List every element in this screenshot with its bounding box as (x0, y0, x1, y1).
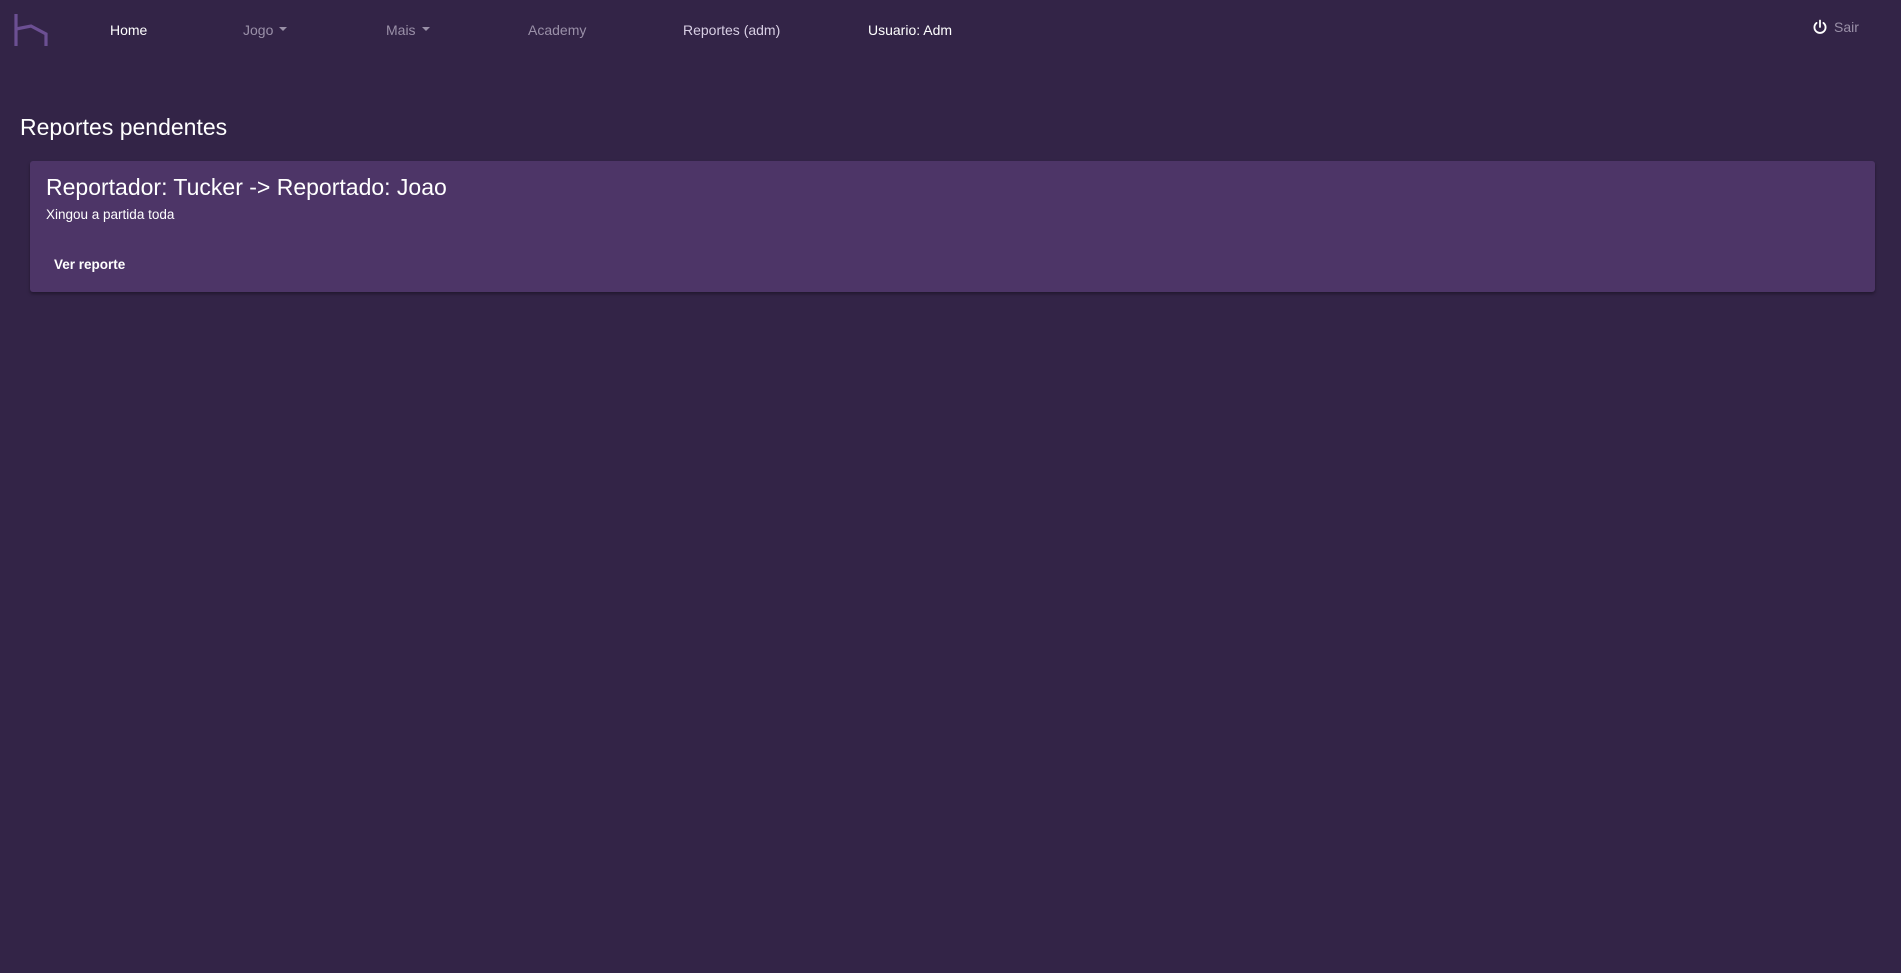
nav-mais-label: Mais (386, 22, 416, 38)
chevron-down-icon (279, 27, 288, 32)
page-title: Reportes pendentes (20, 114, 228, 140)
nav-home[interactable]: Home (110, 21, 147, 39)
report-description: Xingou a partida toda (46, 207, 175, 222)
logout-button[interactable]: Sair (1812, 19, 1859, 36)
report-title: Reportador: Tucker -> Reportado: Joao (46, 174, 447, 200)
report-card: Reportador: Tucker -> Reportado: Joao Xi… (30, 161, 1875, 292)
nav-jogo-dropdown[interactable]: Jogo (243, 21, 288, 39)
power-icon (1813, 19, 1827, 35)
nav-reportes-adm[interactable]: Reportes (adm) (683, 21, 780, 39)
logo-icon[interactable] (14, 12, 48, 48)
nav-mais-dropdown[interactable]: Mais (386, 21, 430, 39)
logout-label: Sair (1834, 19, 1859, 35)
navbar: Home Jogo Mais Academy Reportes (adm) Us… (0, 0, 1901, 60)
chevron-down-icon (421, 27, 430, 32)
nav-user-label: Usuario: Adm (868, 22, 953, 38)
nav-academy[interactable]: Academy (528, 21, 586, 39)
view-report-button[interactable]: Ver reporte (46, 256, 133, 274)
nav-jogo-label: Jogo (243, 22, 274, 38)
